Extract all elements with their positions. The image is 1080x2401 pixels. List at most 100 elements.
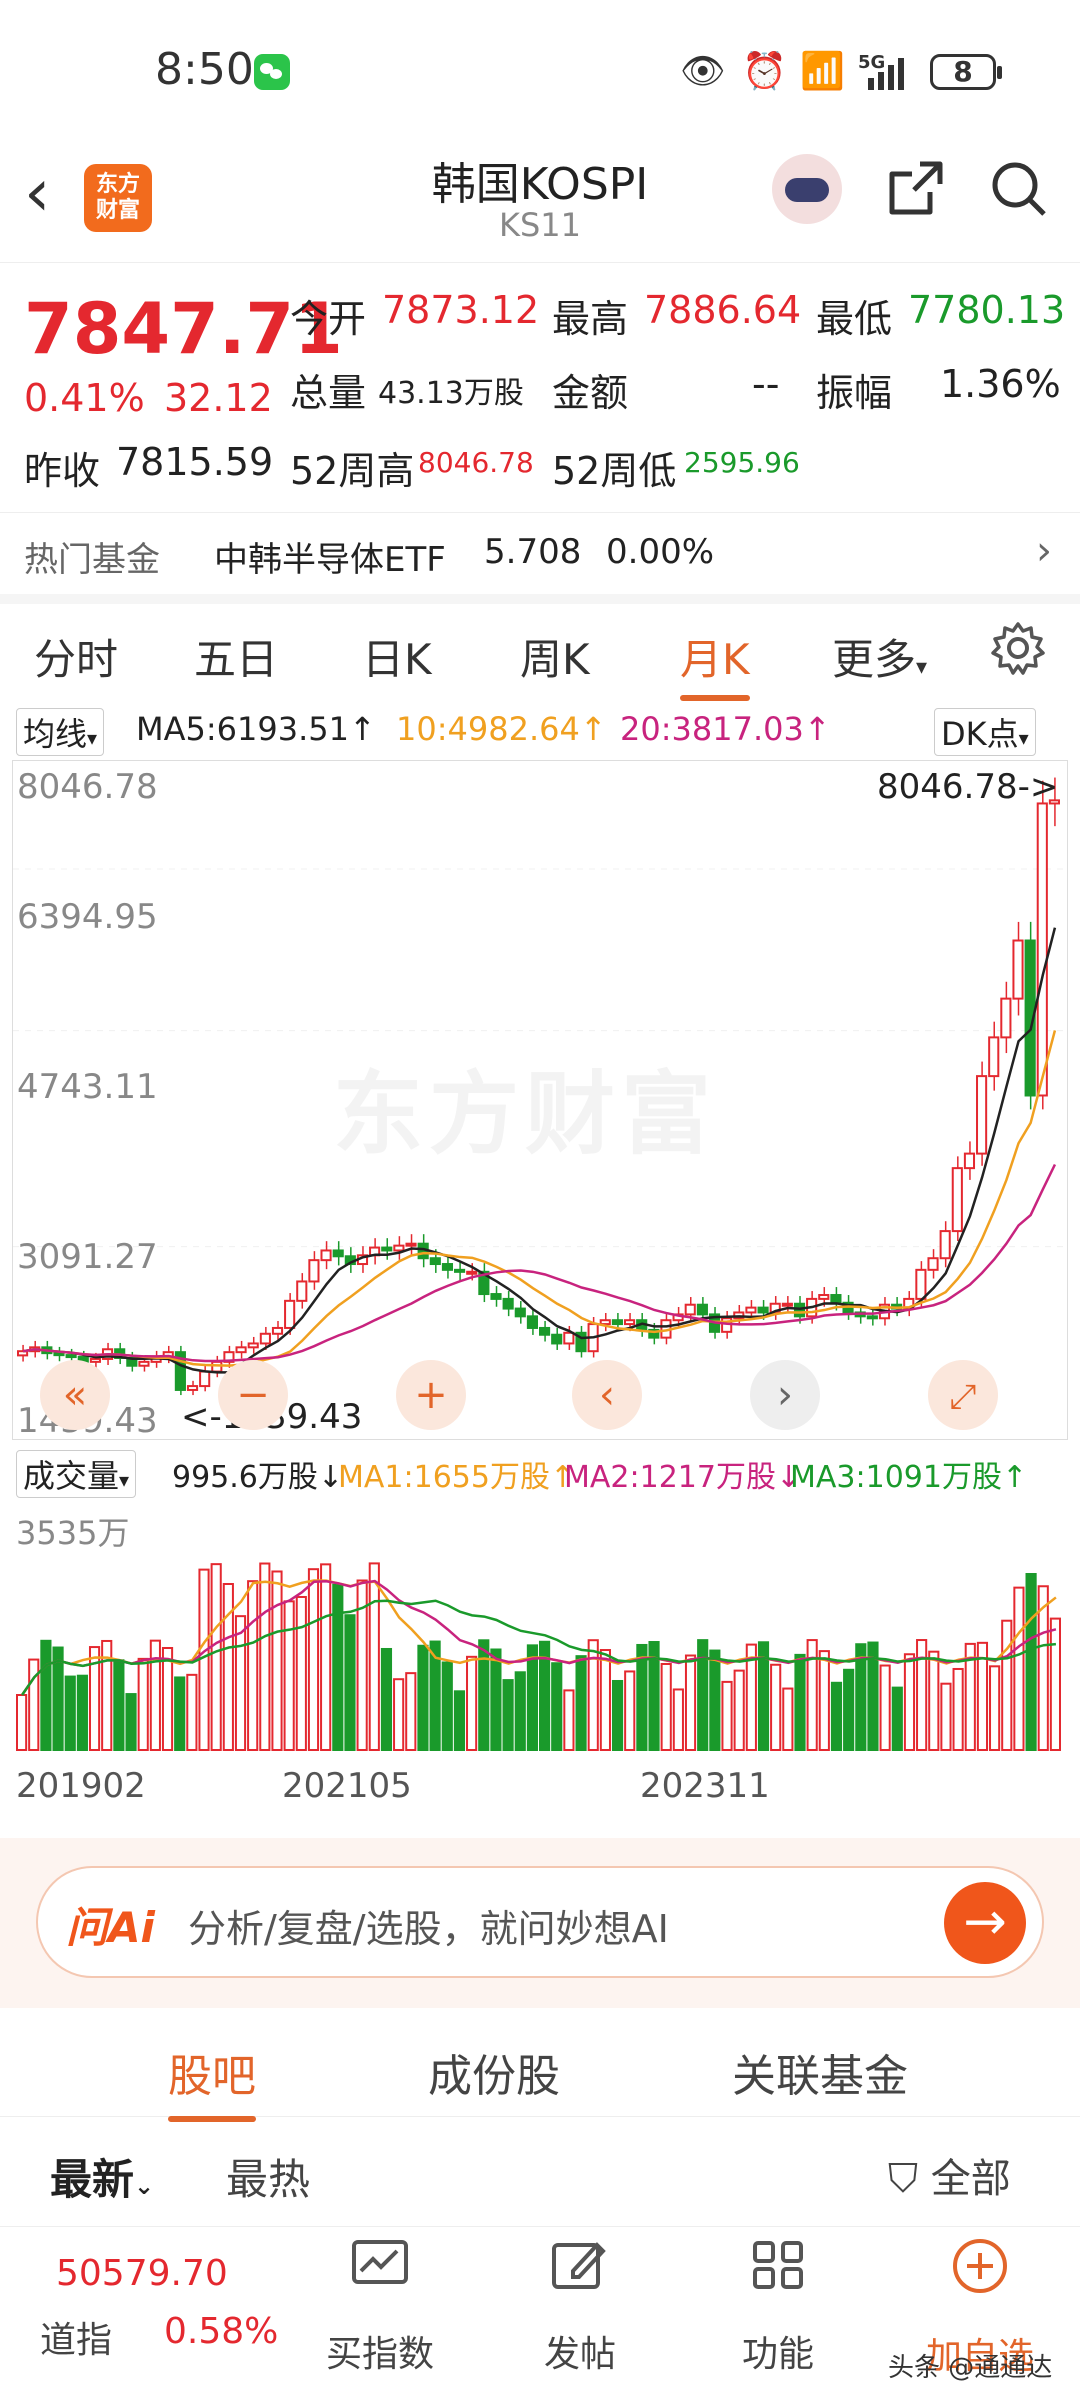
candle-body — [1012, 939, 1024, 1000]
nav-buy-index[interactable]: 买指数 — [318, 2325, 442, 2377]
gear-icon[interactable] — [990, 620, 1046, 680]
volume-chart[interactable]: 3535万 — [12, 1500, 1068, 1752]
ai-robot-icon[interactable] — [772, 154, 842, 224]
caret-down-icon: ▾ — [1018, 726, 1029, 750]
ma-type-select[interactable]: 均线▾ — [16, 708, 105, 756]
chart-trend-icon[interactable] — [340, 2239, 420, 2304]
volume-bar — [307, 1568, 320, 1752]
ma10-value: 10:4982.64↑ — [396, 710, 607, 748]
tab-components[interactable]: 成份股 — [428, 2040, 560, 2104]
nav-functions[interactable]: 功能 — [716, 2325, 840, 2377]
candle-body — [793, 1302, 806, 1318]
scroll-right-button[interactable]: › — [750, 1360, 820, 1430]
zoom-out-button[interactable]: − — [218, 1360, 288, 1430]
grid-apps-icon[interactable] — [738, 2239, 818, 2304]
status-bar: 8:50 👁 ⏰ 📶 5G 8 — [0, 0, 1080, 140]
candle-body — [927, 1257, 939, 1271]
arrow-right-icon[interactable]: → — [944, 1882, 1026, 1964]
candle-body — [611, 1319, 623, 1326]
candle-body — [381, 1246, 393, 1252]
dk-point-label: DK点 — [941, 715, 1019, 753]
candle-body — [757, 1306, 769, 1314]
volume-bar — [417, 1644, 429, 1751]
volume-bar — [879, 1664, 891, 1751]
search-icon[interactable] — [988, 158, 1050, 234]
sort-latest[interactable]: 最新⌄ — [50, 2146, 154, 2207]
volume-bar — [733, 1669, 745, 1752]
volume-bar — [697, 1639, 709, 1751]
open-value: 7873.12 — [382, 288, 540, 332]
alarm-icon: ⏰ — [742, 51, 787, 92]
candle-body — [963, 1152, 976, 1170]
volume-bar — [405, 1672, 417, 1751]
volume-bar — [916, 1639, 928, 1751]
amplitude-value: 1.36% — [940, 362, 1061, 406]
volume-bar — [259, 1562, 271, 1751]
volume-bar — [514, 1671, 526, 1751]
quote-panel: 7847.71 0.41% 32.12 昨收 7815.59 今开 7873.1… — [0, 262, 1080, 513]
tab-weekly-k[interactable]: 周K — [520, 626, 590, 687]
x-label-1: 201902 — [16, 1766, 146, 1806]
candle-body — [551, 1333, 563, 1345]
chevron-left-icon: ‹ — [599, 1372, 615, 1418]
volume-bar — [684, 1654, 697, 1751]
candle-body — [247, 1342, 259, 1349]
candle-body — [89, 1357, 101, 1363]
edit-icon[interactable] — [540, 2239, 620, 2304]
volume-bar — [247, 1580, 259, 1751]
wechat-icon — [254, 54, 290, 90]
tab-more[interactable]: 更多▾ — [832, 626, 927, 687]
hot-fund-name: 中韩半导体ETF — [214, 540, 446, 580]
fullscreen-button[interactable]: ⤢ — [928, 1360, 998, 1430]
dk-point-button[interactable]: DK点▾ — [934, 708, 1036, 756]
volume-bar — [891, 1686, 903, 1751]
kline-chart[interactable]: 东方财富 8046.78 6394.95 4743.11 3091.27 143… — [12, 760, 1068, 1441]
volume-value: 995.6万股↓ — [172, 1460, 344, 1495]
ai-input[interactable]: 问Ai 分析/复盘/选股，就问妙想AI → — [36, 1866, 1044, 1978]
nav-post[interactable]: 发帖 — [518, 2325, 642, 2377]
volume-label: 总量 — [290, 371, 367, 415]
high-label: 最高 — [552, 297, 629, 341]
volume-bar — [271, 1570, 283, 1752]
volume-type-select[interactable]: 成交量▾ — [16, 1450, 137, 1498]
dow-index-value[interactable]: 50579.70 — [56, 2253, 228, 2294]
candle-body — [951, 1167, 963, 1233]
volume-bar — [222, 1583, 234, 1751]
candle-body — [65, 1354, 77, 1359]
open-label: 今开 — [290, 297, 367, 341]
filter-all[interactable]: ⛉ 全部 — [888, 2146, 1011, 2204]
tab-monthly-k[interactable]: 月K — [680, 626, 750, 701]
week52-low-value: 2595.96 — [684, 446, 800, 479]
ma5-value: MA5:6193.51↑ — [136, 710, 376, 748]
tab-related-funds[interactable]: 关联基金 — [732, 2040, 908, 2104]
chevron-right-icon: › — [777, 1372, 793, 1418]
hot-fund-price: 5.708 — [484, 532, 582, 572]
add-circle-icon[interactable] — [940, 2237, 1020, 2308]
scroll-start-button[interactable]: « — [40, 1360, 110, 1430]
candle-body — [332, 1249, 344, 1258]
zoom-in-button[interactable]: + — [396, 1360, 466, 1430]
share-icon[interactable] — [884, 158, 946, 234]
hot-fund-row[interactable]: 热门基金 中韩半导体ETF 5.708 0.00% › — [0, 512, 1080, 604]
change-value: 32.12 — [164, 376, 273, 420]
candle-body — [308, 1259, 320, 1283]
volume-bar — [161, 1646, 174, 1751]
tab-five-day[interactable]: 五日 — [194, 626, 278, 687]
wifi-icon: 📶 — [800, 51, 845, 92]
battery-icon: 8 — [930, 54, 1002, 90]
sort-hot[interactable]: 最热 — [226, 2146, 310, 2207]
volume-bar — [344, 1614, 356, 1752]
volume-bar — [587, 1639, 599, 1751]
signal-icon — [864, 56, 914, 90]
tab-intraday[interactable]: 分时 — [34, 626, 118, 687]
candle-body — [514, 1307, 526, 1318]
scroll-left-button[interactable]: ‹ — [572, 1360, 642, 1430]
volume-bar — [1001, 1619, 1013, 1751]
tab-daily-k[interactable]: 日K — [362, 626, 432, 687]
volume-bar — [502, 1679, 514, 1752]
kline-tabs: 分时 五日 日K 周K 月K 更多▾ — [0, 604, 1080, 701]
volume-bar — [770, 1663, 782, 1751]
tab-guba[interactable]: 股吧 — [168, 2040, 256, 2122]
volume-bar — [320, 1563, 332, 1751]
max-marker-label: 8046.78-> — [877, 767, 1059, 807]
